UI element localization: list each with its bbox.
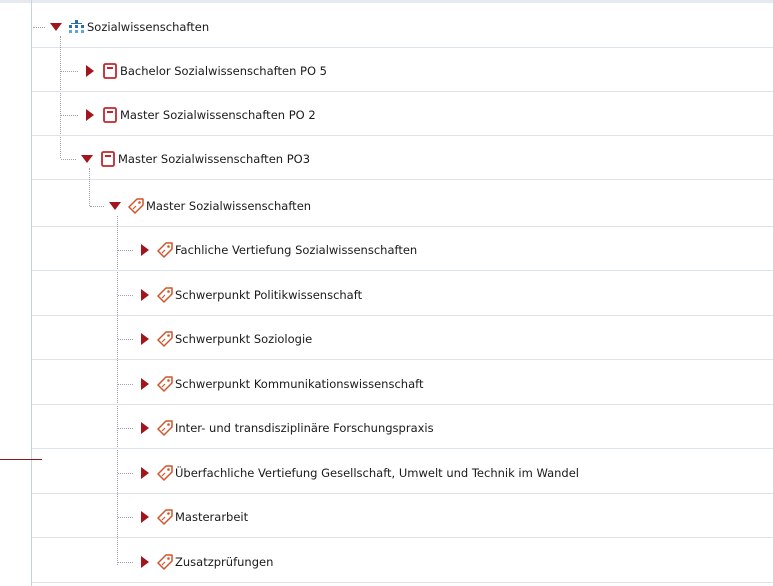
tree-connector [118, 383, 133, 385]
tree-connector [118, 428, 133, 429]
expand-arrow-icon[interactable] [137, 288, 151, 302]
tag-icon [157, 420, 173, 436]
tree-node-label[interactable]: Master Sozialwissenschaften PO3 [118, 152, 310, 166]
tree-node-program[interactable]: Bachelor Sozialwissenschaften PO 5 [82, 63, 327, 79]
tag-icon [157, 286, 173, 303]
tree-connector [118, 250, 133, 251]
tree-node-module[interactable]: Zusatzprüfungen [137, 553, 273, 570]
tree-connector [118, 339, 133, 340]
tree-node-module-root[interactable]: Master Sozialwissenschaften [108, 198, 311, 214]
tree-connector [33, 27, 45, 28]
program-icon [102, 107, 118, 123]
tree-node-label[interactable]: Master Sozialwissenschaften [146, 199, 311, 213]
tree-connector [118, 517, 133, 518]
tree-node-label[interactable]: Schwerpunkt Soziologie [175, 332, 312, 346]
tag-icon [157, 464, 173, 481]
tree-connector [61, 159, 76, 160]
tree-connector [118, 294, 133, 296]
program-icon [100, 151, 116, 167]
tag-icon [128, 198, 144, 214]
program-icon [102, 63, 118, 79]
tag-icon [157, 331, 173, 347]
tree-node-label[interactable]: Masterarbeit [175, 510, 248, 524]
tree-node-program[interactable]: Master Sozialwissenschaften PO3 [80, 151, 310, 167]
tree-node-program[interactable]: Master Sozialwissenschaften PO 2 [82, 107, 316, 123]
tree-connector [61, 71, 78, 72]
expand-arrow-icon[interactable] [82, 108, 96, 122]
tree-node-module[interactable]: Masterarbeit [137, 509, 248, 525]
tree-connector [90, 206, 104, 207]
collapse-arrow-icon[interactable] [49, 20, 63, 34]
tree-node-label[interactable]: Sozialwissenschaften [87, 20, 209, 34]
tag-icon [157, 375, 173, 392]
tag-icon [157, 509, 173, 525]
expand-arrow-icon[interactable] [137, 466, 151, 480]
expand-arrow-icon[interactable] [137, 332, 151, 346]
tree-node-module[interactable]: Fachliche Vertiefung Sozialwissenschafte… [137, 242, 417, 258]
tree-node-label[interactable]: Zusatzprüfungen [175, 555, 273, 569]
expand-arrow-icon[interactable] [137, 510, 151, 524]
tree-connector [118, 561, 133, 563]
tree-node-module[interactable]: Überfachliche Vertiefung Gesellschaft, U… [137, 464, 579, 481]
tree-node-label[interactable]: Überfachliche Vertiefung Gesellschaft, U… [175, 466, 579, 480]
tree-node-root[interactable]: Sozialwissenschaften [49, 19, 209, 35]
collapse-arrow-icon[interactable] [80, 152, 94, 166]
tree-node-module[interactable]: Schwerpunkt Soziologie [137, 331, 312, 347]
tree-node-label[interactable]: Inter- und transdisziplinäre Forschungsp… [175, 421, 434, 435]
tree-node-label[interactable]: Master Sozialwissenschaften PO 2 [120, 108, 316, 122]
expand-arrow-icon[interactable] [82, 64, 96, 78]
tree-node-label[interactable]: Fachliche Vertiefung Sozialwissenschafte… [175, 243, 417, 257]
expand-arrow-icon[interactable] [137, 421, 151, 435]
tag-icon [157, 553, 173, 570]
tag-icon [157, 242, 173, 258]
top-border [0, 0, 773, 3]
expand-arrow-icon[interactable] [137, 377, 151, 391]
collapse-arrow-icon[interactable] [108, 199, 122, 213]
tree-connector [61, 115, 78, 116]
expand-arrow-icon[interactable] [137, 243, 151, 257]
tree-connector [118, 472, 133, 474]
tree-node-module[interactable]: Inter- und transdisziplinäre Forschungsp… [137, 420, 434, 436]
tree-node-label[interactable]: Schwerpunkt Politikwissenschaft [175, 288, 362, 302]
tree-node-label[interactable]: Schwerpunkt Kommunikationswissenschaft [175, 377, 423, 391]
tree-node-module[interactable]: Schwerpunkt Kommunikationswissenschaft [137, 375, 423, 392]
tree-node-label[interactable]: Bachelor Sozialwissenschaften PO 5 [120, 64, 327, 78]
org-unit-icon [69, 19, 85, 35]
tree-node-module[interactable]: Schwerpunkt Politikwissenschaft [137, 286, 362, 303]
expand-arrow-icon[interactable] [137, 555, 151, 569]
